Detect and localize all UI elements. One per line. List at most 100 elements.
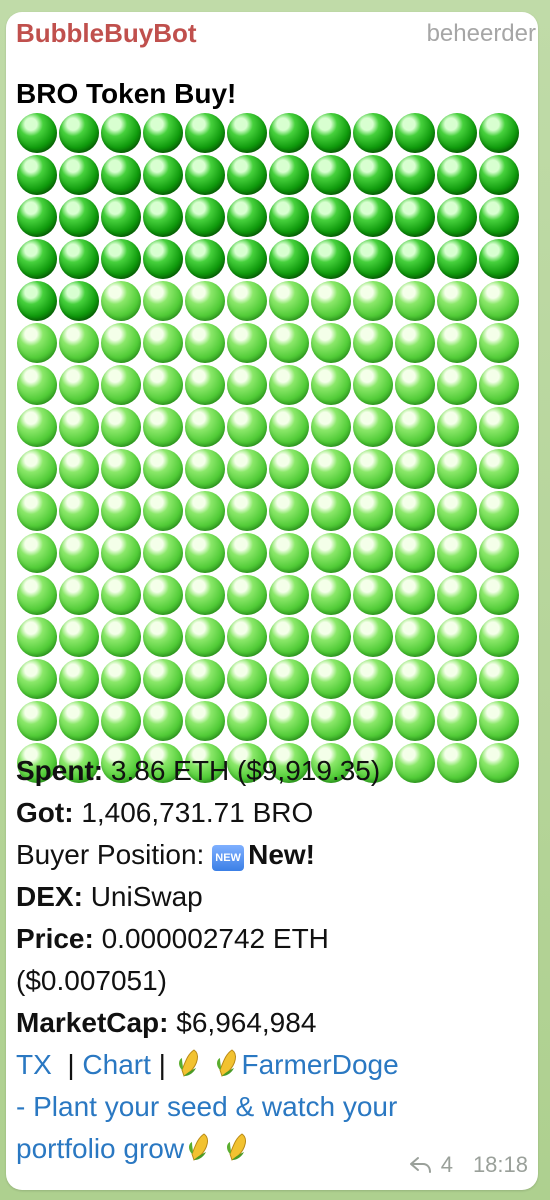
empty-bubble-icon <box>143 533 183 573</box>
empty-bubble-icon <box>101 491 141 531</box>
empty-bubble-icon <box>395 281 435 321</box>
promo-text-line2[interactable]: - Plant your seed & watch your <box>16 1091 397 1122</box>
empty-bubble-icon <box>479 281 519 321</box>
empty-bubble-icon <box>395 407 435 447</box>
filled-bubble-icon <box>479 113 519 153</box>
filled-bubble-icon <box>353 155 393 195</box>
empty-bubble-icon <box>17 617 57 657</box>
empty-bubble-icon <box>395 617 435 657</box>
empty-bubble-icon <box>227 281 267 321</box>
empty-bubble-icon <box>395 701 435 741</box>
empty-bubble-icon <box>227 533 267 573</box>
filled-bubble-icon <box>437 197 477 237</box>
empty-bubble-icon <box>353 575 393 615</box>
empty-bubble-icon <box>437 617 477 657</box>
price-value: 0.000002742 ETH <box>101 923 329 954</box>
empty-bubble-icon <box>353 533 393 573</box>
empty-bubble-icon <box>143 617 183 657</box>
promo-line-2[interactable]: - Plant your seed & watch your <box>16 1086 536 1128</box>
empty-bubble-icon <box>437 575 477 615</box>
filled-bubble-icon <box>353 239 393 279</box>
empty-bubble-icon <box>185 281 225 321</box>
empty-bubble-icon <box>269 533 309 573</box>
empty-bubble-icon <box>437 281 477 321</box>
empty-bubble-icon <box>269 281 309 321</box>
filled-bubble-icon <box>395 155 435 195</box>
empty-bubble-icon <box>59 491 99 531</box>
empty-bubble-icon <box>437 365 477 405</box>
empty-bubble-icon <box>227 701 267 741</box>
price-usd-row: ($0.007051) <box>16 960 536 1002</box>
links-row: TX | Chart | FarmerDoge <box>16 1044 536 1086</box>
spent-row: Spent: 3.86 ETH ($9,919.35) <box>16 750 536 792</box>
reply-icon[interactable] <box>409 1155 433 1175</box>
tx-link[interactable]: TX <box>16 1049 52 1080</box>
dex-row: DEX: UniSwap <box>16 876 536 918</box>
chart-link[interactable]: Chart <box>82 1049 150 1080</box>
filled-bubble-icon <box>479 239 519 279</box>
link-separator: | <box>67 1049 75 1080</box>
filled-bubble-icon <box>437 113 477 153</box>
empty-bubble-icon <box>479 449 519 489</box>
empty-bubble-icon <box>227 491 267 531</box>
filled-bubble-icon <box>59 239 99 279</box>
empty-bubble-icon <box>227 659 267 699</box>
empty-bubble-icon <box>479 659 519 699</box>
filled-bubble-icon <box>311 155 351 195</box>
filled-bubble-icon <box>101 155 141 195</box>
filled-bubble-icon <box>227 197 267 237</box>
empty-bubble-icon <box>437 533 477 573</box>
empty-bubble-icon <box>479 617 519 657</box>
promo-text-line3[interactable]: portfolio grow <box>16 1133 184 1164</box>
empty-bubble-icon <box>311 281 351 321</box>
empty-bubble-icon <box>395 659 435 699</box>
filled-bubble-icon <box>101 239 141 279</box>
empty-bubble-icon <box>101 407 141 447</box>
empty-bubble-icon <box>353 491 393 531</box>
filled-bubble-icon <box>59 155 99 195</box>
empty-bubble-icon <box>59 701 99 741</box>
sender-name[interactable]: BubbleBuyBot <box>16 18 197 49</box>
empty-bubble-icon <box>17 407 57 447</box>
empty-bubble-icon <box>143 491 183 531</box>
empty-bubble-icon <box>437 449 477 489</box>
empty-bubble-icon <box>17 701 57 741</box>
empty-bubble-icon <box>479 533 519 573</box>
sender-role: beheerder <box>426 20 536 47</box>
filled-bubble-icon <box>269 239 309 279</box>
filled-bubble-icon <box>395 197 435 237</box>
filled-bubble-icon <box>17 155 57 195</box>
empty-bubble-icon <box>59 575 99 615</box>
empty-bubble-icon <box>311 533 351 573</box>
price-row: Price: 0.000002742 ETH <box>16 918 536 960</box>
filled-bubble-icon <box>311 197 351 237</box>
filled-bubble-icon <box>227 155 267 195</box>
filled-bubble-icon <box>185 113 225 153</box>
filled-bubble-icon <box>185 155 225 195</box>
price-label: Price: <box>16 923 94 954</box>
filled-bubble-icon <box>143 197 183 237</box>
farmerdoge-link[interactable]: FarmerDoge <box>242 1049 399 1080</box>
empty-bubble-icon <box>101 659 141 699</box>
empty-bubble-icon <box>17 659 57 699</box>
filled-bubble-icon <box>143 239 183 279</box>
corn-icon <box>184 1133 214 1164</box>
empty-bubble-icon <box>17 323 57 363</box>
link-separator: | <box>158 1049 166 1080</box>
filled-bubble-icon <box>437 155 477 195</box>
empty-bubble-icon <box>227 575 267 615</box>
empty-bubble-icon <box>479 323 519 363</box>
empty-bubble-icon <box>269 365 309 405</box>
filled-bubble-icon <box>269 155 309 195</box>
empty-bubble-icon <box>395 365 435 405</box>
empty-bubble-icon <box>437 701 477 741</box>
empty-bubble-icon <box>185 491 225 531</box>
spent-value: 3.86 ETH ($9,919.35) <box>110 755 381 786</box>
empty-bubble-icon <box>395 533 435 573</box>
empty-bubble-icon <box>143 701 183 741</box>
filled-bubble-icon <box>17 239 57 279</box>
reply-count[interactable]: 4 <box>441 1152 453 1178</box>
empty-bubble-icon <box>479 491 519 531</box>
dex-value: UniSwap <box>90 881 203 912</box>
filled-bubble-icon <box>101 197 141 237</box>
